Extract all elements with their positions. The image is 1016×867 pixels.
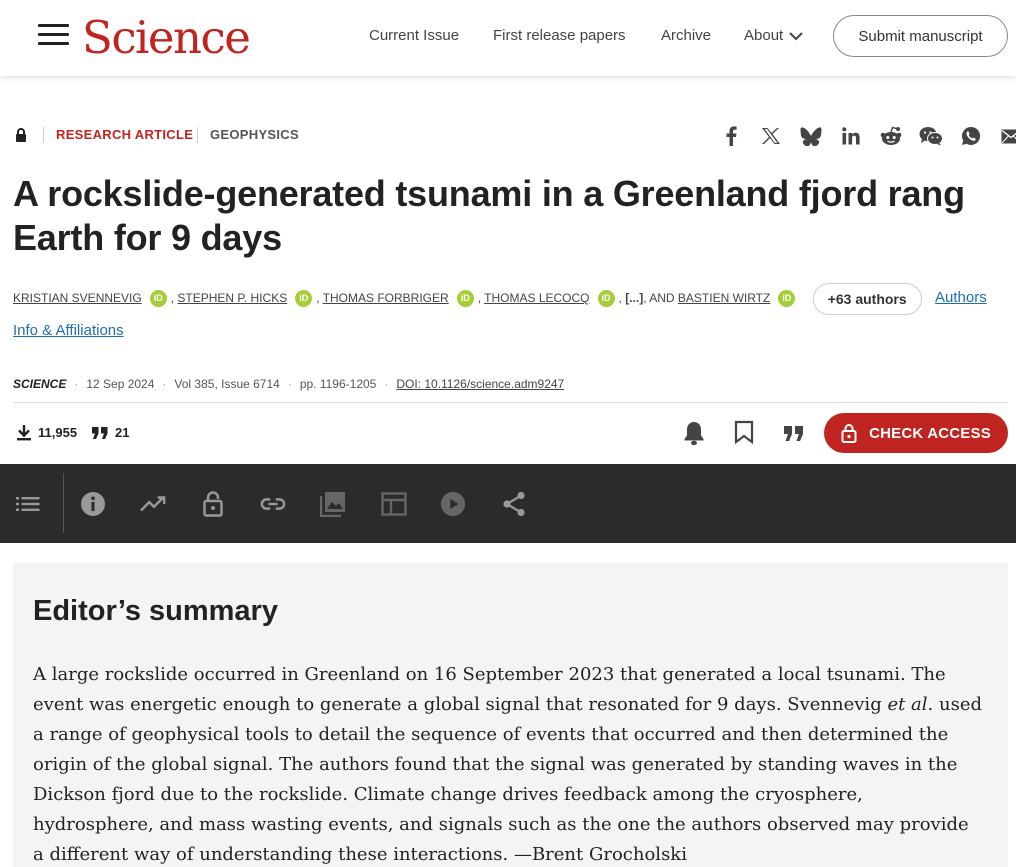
link-icon[interactable] <box>260 491 286 517</box>
nav-archive[interactable]: Archive <box>661 26 711 46</box>
x-icon[interactable] <box>751 124 791 148</box>
summary-text: A large rockslide occurred in Greenland … <box>33 660 983 867</box>
orcid-icon[interactable]: iD <box>778 290 796 308</box>
authors-ellipsis[interactable]: [...] <box>625 291 643 305</box>
divider <box>13 402 1008 403</box>
trending-icon[interactable] <box>140 491 166 517</box>
author-separator: , <box>618 291 622 305</box>
article-metrics: 11,955 21 <box>16 424 130 441</box>
journal-name[interactable]: SCIENCE <box>13 376 66 392</box>
doi-link[interactable]: DOI: 10.1126/science.adm9247 <box>396 376 564 392</box>
chevron-down-icon <box>789 31 803 40</box>
author-link[interactable]: THOMAS LECOCQ <box>484 291 589 305</box>
article-toolbar <box>0 464 1016 543</box>
orcid-icon[interactable]: iD <box>597 290 615 308</box>
info-icon[interactable] <box>80 491 106 517</box>
citation-count: 21 <box>115 425 130 440</box>
citation-meta: SCIENCE · 12 Sep 2024 · Vol 385, Issue 6… <box>13 376 564 392</box>
summary-text-part: A large rockslide occurred in Greenland … <box>33 664 946 715</box>
site-header: Science Current Issue First release pape… <box>0 0 1016 76</box>
facebook-icon[interactable] <box>711 124 751 148</box>
author-link[interactable]: THOMAS FORBRIGER <box>323 291 449 305</box>
author-link[interactable]: STEPHEN P. HICKS <box>177 291 287 305</box>
orcid-icon[interactable]: iD <box>456 290 474 308</box>
meta-dot: · <box>74 377 79 391</box>
list-icon[interactable] <box>15 491 41 517</box>
meta-dot: · <box>162 377 167 391</box>
nav-about-label: About <box>744 27 784 44</box>
email-icon[interactable] <box>991 124 1016 148</box>
menu-icon[interactable] <box>38 24 69 46</box>
author-separator: , <box>477 291 482 305</box>
reddit-icon[interactable] <box>871 124 911 148</box>
image-icon[interactable] <box>320 491 346 517</box>
science-logo[interactable]: Science <box>82 12 251 64</box>
download-icon <box>17 425 31 441</box>
more-authors-button[interactable]: +63 authors <box>812 282 922 315</box>
bell-icon[interactable] <box>682 420 706 446</box>
orcid-icon[interactable]: iD <box>295 290 313 308</box>
bluesky-icon[interactable] <box>791 124 831 148</box>
table-icon[interactable] <box>381 491 407 517</box>
author-separator: , <box>170 291 175 305</box>
summary-text-part: . used a range of geophysical tools to d… <box>33 694 982 865</box>
author-list: KRISTIAN SVENNEVIG iD, STEPHEN P. HICKS iD… <box>13 282 1003 347</box>
play-icon[interactable] <box>440 491 466 517</box>
page-range: pp. 1196-1205 <box>299 377 377 391</box>
check-access-label: CHECK ACCESS <box>869 424 991 442</box>
submit-manuscript-button[interactable]: Submit manuscript <box>833 15 1008 57</box>
publication-date: 12 Sep 2024 <box>86 377 155 391</box>
article-type[interactable]: RESEARCH ARTICLE <box>56 127 193 143</box>
divider <box>43 127 44 143</box>
author-link[interactable]: BASTIEN WIRTZ <box>678 291 770 305</box>
divider <box>197 127 198 143</box>
summary-heading: Editor’s summary <box>33 595 278 627</box>
author-separator: , <box>316 291 320 305</box>
and-label: , AND <box>643 291 675 305</box>
share-bar <box>711 124 1016 148</box>
lock-icon <box>16 128 26 142</box>
wechat-icon[interactable] <box>911 124 951 148</box>
bookmark-icon[interactable] <box>734 420 754 446</box>
cite-icon[interactable] <box>783 424 805 444</box>
nav-first-release-papers[interactable]: First release papers <box>493 26 626 46</box>
meta-dot: · <box>384 377 389 391</box>
editors-summary: Editor’s summary A large rockslide occur… <box>13 563 1008 867</box>
article-title: A rockslide-generated tsunami in a Green… <box>13 173 965 258</box>
summary-text-italic: et al <box>887 694 928 715</box>
article-subject[interactable]: GEOPHYSICS <box>210 127 299 143</box>
download-count: 11,955 <box>38 425 78 440</box>
orcid-icon[interactable]: iD <box>149 290 167 308</box>
nav-about[interactable]: About <box>744 26 803 46</box>
linkedin-icon[interactable] <box>831 124 871 148</box>
volume-issue[interactable]: Vol 385, Issue 6714 <box>174 376 279 392</box>
nav-current-issue[interactable]: Current Issue <box>369 26 459 46</box>
divider <box>63 473 64 533</box>
unlock-icon[interactable] <box>200 491 226 517</box>
author-link[interactable]: KRISTIAN SVENNEVIG <box>13 291 142 305</box>
quote-icon <box>92 426 108 439</box>
whatsapp-icon[interactable] <box>951 124 991 148</box>
share-icon[interactable] <box>501 491 527 517</box>
meta-dot: · <box>287 377 292 391</box>
check-access-button[interactable]: CHECK ACCESS <box>824 413 1008 453</box>
lock-icon <box>841 424 857 443</box>
